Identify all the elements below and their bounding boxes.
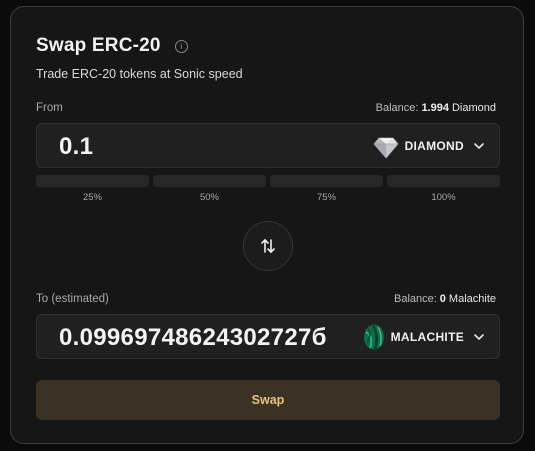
to-balance-symbol: Malachite xyxy=(448,293,496,305)
to-balance-value: 0 xyxy=(439,293,446,305)
info-icon[interactable]: i xyxy=(174,39,188,53)
from-balance-label: Balance: xyxy=(375,102,419,114)
percent-bar xyxy=(387,175,500,187)
percent-bar xyxy=(153,175,266,187)
from-label-row: From Balance: 1.994 Diamond xyxy=(36,102,496,114)
percent-label: 100% xyxy=(431,192,456,203)
from-label: From xyxy=(36,102,63,114)
chevron-down-icon xyxy=(474,333,484,340)
diamond-gem-icon xyxy=(373,137,399,159)
from-token-select[interactable]: DIAMOND xyxy=(373,124,485,167)
to-label-row: To (estimated) Balance: 0 Malachite xyxy=(36,293,496,305)
to-balance-label: Balance: xyxy=(393,293,437,305)
percent-bar xyxy=(36,175,149,187)
to-balance: Balance: 0 Malachite xyxy=(394,293,496,305)
percent-label: 25% xyxy=(82,192,102,203)
percent-75-button[interactable]: 75% xyxy=(270,175,383,203)
page-subtitle: Trade ERC-20 tokens at Sonic speed xyxy=(36,67,243,81)
swap-arrows-icon xyxy=(261,239,275,253)
percent-50-button[interactable]: 50% xyxy=(153,175,266,203)
to-token-select[interactable]: MALACHITE xyxy=(363,315,485,358)
switch-direction-button[interactable] xyxy=(243,221,293,271)
to-amount-output xyxy=(57,315,371,360)
percent-buttons: 25% 50% 75% 100% xyxy=(36,175,500,203)
percent-bar xyxy=(270,175,383,187)
percent-label: 50% xyxy=(199,192,219,203)
from-balance-symbol: Diamond xyxy=(451,102,496,114)
percent-25-button[interactable]: 25% xyxy=(36,175,149,203)
title-row: Swap ERC-20 i xyxy=(36,35,188,57)
malachite-stone-icon xyxy=(363,324,384,349)
to-amount-box: MALACHITE xyxy=(36,314,500,360)
to-token-name: MALACHITE xyxy=(390,329,464,344)
swap-button[interactable]: Swap xyxy=(36,380,500,420)
to-label: To (estimated) xyxy=(36,293,109,305)
from-token-name: DIAMOND xyxy=(404,138,464,153)
percent-label: 75% xyxy=(316,192,336,203)
from-balance: Balance: 1.994 Diamond xyxy=(376,102,496,114)
chevron-down-icon xyxy=(474,142,484,149)
page-title: Swap ERC-20 xyxy=(36,35,161,56)
from-amount-input[interactable] xyxy=(57,124,361,169)
from-balance-value: 1.994 xyxy=(421,102,449,114)
swap-card: Swap ERC-20 i Trade ERC-20 tokens at Son… xyxy=(10,6,524,444)
from-amount-box: DIAMOND xyxy=(36,123,500,169)
percent-100-button[interactable]: 100% xyxy=(387,175,500,203)
